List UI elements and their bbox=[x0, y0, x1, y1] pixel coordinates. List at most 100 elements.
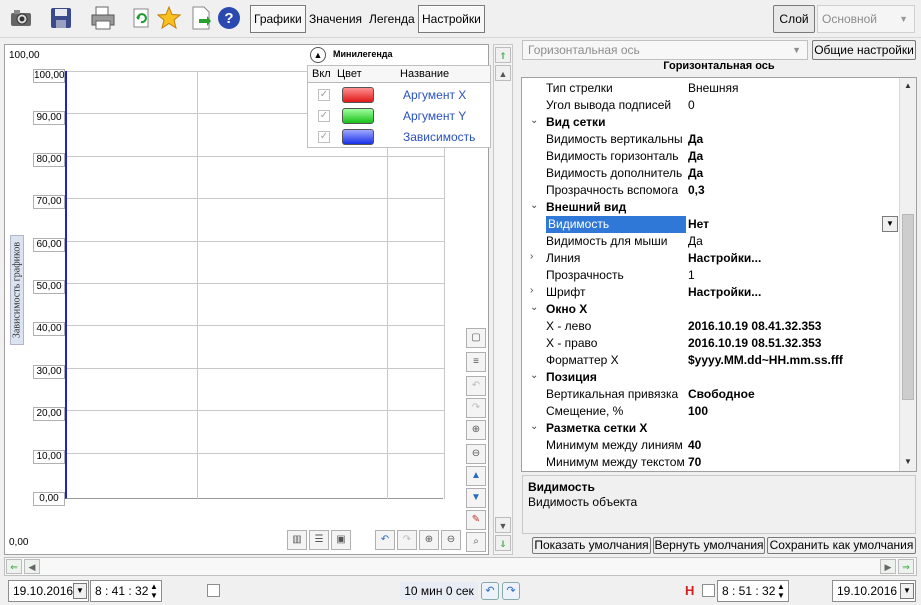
chevron-down-icon[interactable]: ⌄ bbox=[530, 115, 540, 126]
property-row[interactable]: Форматтер X $yyyy.MM.dd~HH.mm.ss.fff bbox=[522, 352, 898, 369]
camera-icon[interactable] bbox=[8, 5, 34, 31]
scroll-down-icon[interactable]: ▼ bbox=[901, 455, 915, 469]
image-icon[interactable]: ▣ bbox=[331, 530, 351, 550]
property-row[interactable]: X - право 2016.10.19 08.51.32.353 bbox=[522, 335, 898, 352]
minilegend-row[interactable]: ✓ Зависимость bbox=[308, 127, 490, 148]
restore-defaults-button[interactable]: Вернуть умолчания bbox=[653, 537, 765, 554]
chevron-down-icon[interactable]: ⌄ bbox=[530, 200, 540, 211]
common-settings-button[interactable]: Общие настройки bbox=[812, 40, 916, 60]
frame-icon[interactable]: ▢ bbox=[466, 328, 486, 348]
chevron-down-icon[interactable]: ⌄ bbox=[530, 370, 540, 381]
property-value[interactable]: Нет bbox=[688, 216, 896, 233]
ruler-icon[interactable]: ≡ bbox=[466, 352, 486, 372]
list-icon[interactable]: ☰ bbox=[309, 530, 329, 550]
property-value[interactable]: $yyyy.MM.dd~HH.mm.ss.fff bbox=[688, 352, 896, 369]
save-defaults-button[interactable]: Сохранить как умолчания bbox=[767, 537, 916, 554]
chevron-down-icon[interactable]: ⌄ bbox=[530, 421, 540, 432]
scroll-up-icon[interactable]: ▲ bbox=[495, 65, 511, 81]
property-category[interactable]: ⌄ Внешний вид bbox=[522, 199, 898, 216]
chart-vertical-scrollbar[interactable]: ⇑ ▲ ▼ ⇓ bbox=[493, 44, 513, 555]
property-category[interactable]: ⌄ Разметка сетки X bbox=[522, 420, 898, 437]
property-row[interactable]: Прозрачность вспомога 0,3 bbox=[522, 182, 898, 199]
property-category[interactable]: ⌄ Вид сетки bbox=[522, 114, 898, 131]
property-row[interactable]: Минимум между текстом 70 bbox=[522, 454, 898, 471]
chevron-right-icon[interactable]: › bbox=[530, 285, 540, 296]
arrow-down-icon[interactable]: ▼ bbox=[466, 488, 486, 508]
show-defaults-button[interactable]: Показать умолчания bbox=[532, 537, 651, 554]
property-value[interactable]: 1 bbox=[688, 267, 896, 284]
start-time-field[interactable]: 8 : 41 : 32 ▲ ▼ bbox=[90, 580, 162, 602]
property-category[interactable]: ⌄ Позиция bbox=[522, 369, 898, 386]
star-icon[interactable] bbox=[156, 5, 182, 31]
zoom-out-icon[interactable]: ⊖ bbox=[466, 444, 486, 464]
tab-graphs[interactable]: Графики bbox=[250, 5, 306, 33]
layer-button[interactable]: Слой bbox=[773, 5, 815, 33]
property-value[interactable]: 0,3 bbox=[688, 182, 896, 199]
scroll-down-icon[interactable]: ▼ bbox=[495, 517, 511, 533]
checkbox[interactable] bbox=[207, 584, 220, 597]
property-row-selected[interactable]: Видимость Нет ▼ bbox=[522, 216, 898, 233]
arrow-up-icon[interactable]: ▲ bbox=[466, 466, 486, 486]
tab-settings[interactable]: Настройки bbox=[418, 5, 485, 33]
help-icon[interactable]: ? bbox=[216, 5, 242, 31]
property-row[interactable]: › Линия Настройки... bbox=[522, 250, 898, 267]
property-value[interactable]: Да bbox=[688, 165, 896, 182]
chart-panel[interactable]: 100,00 0,00 Зависимость графиков 100,00 … bbox=[4, 44, 491, 555]
property-value[interactable]: Да bbox=[688, 233, 896, 250]
redo-icon[interactable]: ↷ bbox=[397, 530, 417, 550]
property-row[interactable]: Видимость вертикальны Да bbox=[522, 131, 898, 148]
undo-icon[interactable]: ↶ bbox=[481, 582, 499, 600]
layer-select[interactable]: Основной ▼ bbox=[817, 5, 915, 33]
property-value[interactable]: 40 bbox=[688, 437, 896, 454]
minilegend-row[interactable]: ✓ Аргумент Y bbox=[308, 106, 490, 127]
search-icon[interactable]: ⌕ bbox=[466, 532, 486, 552]
chevron-down-icon[interactable]: ▼ bbox=[882, 216, 898, 232]
redo-icon[interactable]: ↷ bbox=[502, 582, 520, 600]
spinner-icon[interactable]: ▲ ▼ bbox=[776, 582, 786, 600]
property-value[interactable]: Внешняя bbox=[688, 80, 896, 97]
enable-checkbox[interactable]: ✓ bbox=[318, 131, 330, 143]
scroll-thumb[interactable] bbox=[902, 214, 914, 400]
property-row[interactable]: Минимум между линиям 40 bbox=[522, 437, 898, 454]
spinner-icon[interactable]: ▲ ▼ bbox=[149, 582, 159, 600]
color-swatch[interactable] bbox=[342, 87, 374, 103]
property-row[interactable]: Видимость для мыши Да bbox=[522, 233, 898, 250]
timeline-scrollbar[interactable]: ⇐ ◀ ▶ ⇒ bbox=[4, 557, 917, 576]
columns-icon[interactable]: ▥ bbox=[287, 530, 307, 550]
property-value[interactable]: Да bbox=[688, 131, 896, 148]
zoom-out-icon[interactable]: ⊖ bbox=[441, 530, 461, 550]
zoom-in-icon[interactable]: ⊕ bbox=[419, 530, 439, 550]
property-value[interactable]: Свободное bbox=[688, 386, 896, 403]
refresh-icon[interactable] bbox=[128, 5, 154, 31]
save-icon[interactable] bbox=[48, 5, 74, 31]
property-grid[interactable]: Тип стрелки Внешняя Угол вывода подписей 0… bbox=[521, 77, 917, 472]
property-value[interactable]: Настройки... bbox=[688, 250, 896, 267]
zoom-in-icon[interactable]: ⊕ bbox=[466, 420, 486, 440]
chevron-right-icon[interactable]: › bbox=[530, 251, 540, 262]
minilegend-toggle[interactable]: ▲ Минилегенда bbox=[307, 45, 491, 65]
enable-checkbox[interactable]: ✓ bbox=[318, 110, 330, 122]
property-category[interactable]: ⌄ Окно X bbox=[522, 301, 898, 318]
tab-legend[interactable]: Легенда bbox=[365, 5, 419, 33]
chevron-down-icon[interactable]: ▼ bbox=[900, 583, 914, 599]
redo-icon[interactable]: ↷ bbox=[466, 398, 486, 418]
chevron-up-icon[interactable]: ▲ bbox=[310, 47, 326, 63]
scroll-start-icon[interactable]: ⇐ bbox=[6, 559, 22, 574]
property-row[interactable]: Вертикальная привязка Свободное bbox=[522, 386, 898, 403]
property-value[interactable]: 2016.10.19 08.51.32.353 bbox=[688, 335, 896, 352]
property-row[interactable]: Прозрачность 1 bbox=[522, 267, 898, 284]
color-swatch[interactable] bbox=[342, 108, 374, 124]
export-icon[interactable] bbox=[188, 5, 214, 31]
property-value[interactable]: 0 bbox=[688, 97, 896, 114]
enable-checkbox[interactable]: ✓ bbox=[318, 89, 330, 101]
object-select[interactable]: Горизонтальная ось ▼ bbox=[522, 40, 808, 60]
property-row[interactable]: Угол вывода подписей 0 bbox=[522, 97, 898, 114]
scroll-right-icon[interactable]: ▶ bbox=[880, 559, 896, 574]
property-value[interactable]: 70 bbox=[688, 454, 896, 471]
chevron-down-icon[interactable]: ▼ bbox=[73, 583, 87, 599]
property-row[interactable]: Видимость дополнитель Да bbox=[522, 165, 898, 182]
end-time-field[interactable]: 8 : 51 : 32 ▲ ▼ bbox=[717, 580, 789, 602]
property-value[interactable]: 2016.10.19 08.41.32.353 bbox=[688, 318, 896, 335]
property-value[interactable]: 100 bbox=[688, 403, 896, 420]
property-row[interactable]: Видимость горизонталь Да bbox=[522, 148, 898, 165]
